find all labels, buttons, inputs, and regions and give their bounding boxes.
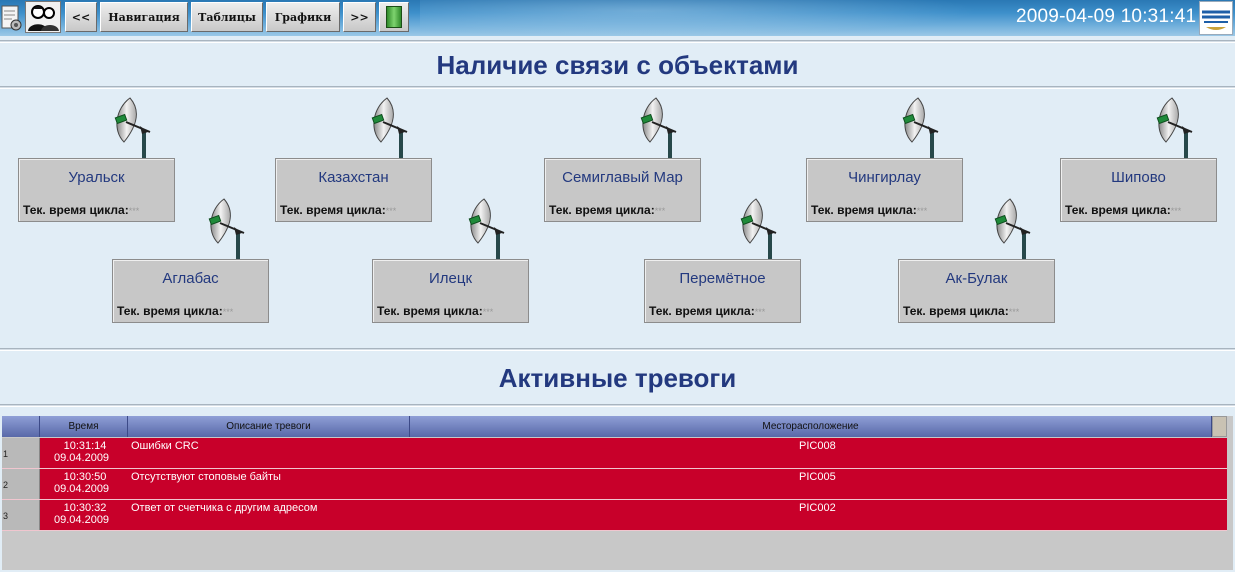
station-box[interactable]: Казахстан Тек. время цикла:*** (275, 158, 432, 222)
current-datetime: 2009-04-09 10:31:41 (1016, 6, 1197, 27)
cycle-time: Тек. время цикла:*** (549, 203, 665, 217)
cycle-time-label: Тек. время цикла: (903, 304, 1009, 318)
row-description: Ответ от счетчика с другим адресом (131, 502, 318, 514)
prev-button[interactable]: << (65, 2, 97, 32)
connectivity-title: Наличие связи с объектами (436, 50, 799, 80)
table-row[interactable]: 3 10:30:32 09.04.2009 Ответ от счетчика с… (2, 500, 1227, 531)
cycle-time-value: *** (222, 307, 234, 317)
row-index: 1 (2, 438, 40, 468)
divider (0, 40, 1235, 43)
cycle-time: Тек. время цикла:*** (1065, 203, 1181, 217)
satellite-dish-icon (730, 193, 790, 261)
cycle-time-value: *** (482, 307, 494, 317)
alarms-table: Время Описание тревоги Месторасположение… (2, 416, 1233, 570)
row-date: 09.04.2009 (54, 483, 110, 495)
cycle-time-value: *** (385, 206, 397, 216)
satellite-dish-icon (630, 92, 690, 160)
cycle-time: Тек. время цикла:*** (649, 304, 765, 318)
document-cog-icon[interactable] (0, 1, 24, 33)
row-timestamp: 10:30:32 09.04.2009 (42, 502, 128, 526)
station-box[interactable]: Шипово Тек. время цикла:*** (1060, 158, 1217, 222)
cycle-time-label: Тек. время цикла: (280, 203, 386, 217)
divider (0, 86, 1235, 89)
green-lamp-icon (386, 6, 402, 28)
satellite-dish-icon (361, 92, 421, 160)
row-time: 10:30:32 (63, 502, 107, 514)
station-name: Ак-Булак (945, 270, 1008, 287)
station-name: Уральск (68, 169, 125, 186)
cycle-time-value: *** (1170, 206, 1182, 216)
satellite-dish-icon (892, 92, 952, 160)
divider (0, 404, 1235, 407)
satellite-dish-icon (1146, 92, 1206, 160)
station-name: Илецк (428, 270, 473, 287)
cycle-time: Тек. время цикла:*** (811, 203, 927, 217)
row-location: PIC005 (799, 471, 836, 483)
divider (0, 348, 1235, 351)
table-row[interactable]: 2 10:30:50 09.04.2009 Отсутствуют стоповы… (2, 469, 1227, 500)
next-button[interactable]: >> (343, 2, 376, 32)
row-time: 10:30:50 (63, 471, 107, 483)
toolbar: << Навигация Таблицы Графики >> 2009-04-… (0, 0, 1235, 36)
cycle-time: Тек. время цикла:*** (903, 304, 1019, 318)
row-description: Ошибки CRC (131, 440, 199, 452)
station-name: Чингирлау (848, 169, 921, 186)
station-box[interactable]: Чингирлау Тек. время цикла:*** (806, 158, 963, 222)
cycle-time-value: *** (754, 307, 766, 317)
cycle-time-label: Тек. время цикла: (377, 304, 483, 318)
cycle-time-label: Тек. время цикла: (549, 203, 655, 217)
row-description: Отсутствуют стоповые байты (131, 471, 281, 483)
users-icon[interactable] (25, 1, 61, 33)
station-box[interactable]: Илецк Тек. время цикла:*** (372, 259, 529, 323)
cycle-time-label: Тек. время цикла: (1065, 203, 1171, 217)
table-row[interactable]: 1 10:31:14 09.04.2009 Ошибки CRC PIC008 (2, 438, 1227, 469)
cycle-time-value: *** (128, 206, 140, 216)
satellite-dish-icon (458, 193, 518, 261)
station-name: Перемётное (679, 270, 766, 287)
cycle-time-value: *** (916, 206, 928, 216)
station-name: Казахстан (318, 169, 389, 186)
row-date: 09.04.2009 (54, 452, 110, 464)
station-box[interactable]: Уральск Тек. время цикла:*** (18, 158, 175, 222)
row-index: 2 (2, 469, 40, 499)
navigation-button[interactable]: Навигация (100, 2, 188, 32)
cycle-time-label: Тек. время цикла: (649, 304, 755, 318)
row-time: 10:31:14 (63, 440, 107, 452)
company-logo-icon (1199, 1, 1233, 35)
row-location: PIC002 (799, 502, 836, 514)
row-location: PIC008 (799, 440, 836, 452)
row-timestamp: 10:30:50 09.04.2009 (42, 471, 128, 495)
cycle-time: Тек. время цикла:*** (23, 203, 139, 217)
cycle-time: Тек. время цикла:*** (280, 203, 396, 217)
station-name: Шипово (1111, 169, 1166, 186)
cycle-time: Тек. время цикла:*** (117, 304, 233, 318)
charts-button[interactable]: Графики (266, 2, 340, 32)
alarms-title: Активные тревоги (498, 363, 737, 393)
satellite-dish-icon (984, 193, 1044, 261)
row-index: 3 (2, 500, 40, 530)
cycle-time-label: Тек. время цикла: (811, 203, 917, 217)
station-box[interactable]: Аглабас Тек. время цикла:*** (112, 259, 269, 323)
cycle-time: Тек. время цикла:*** (377, 304, 493, 318)
station-box[interactable]: Семиглавый Мар Тек. время цикла:*** (544, 158, 701, 222)
satellite-dish-icon (104, 92, 164, 160)
cycle-time-value: *** (654, 206, 666, 216)
column-header-time[interactable]: Время (40, 416, 128, 437)
tables-button[interactable]: Таблицы (191, 2, 263, 32)
table-corner (1212, 416, 1227, 437)
satellite-dish-icon (198, 193, 258, 261)
column-header-description[interactable]: Описание тревоги (128, 416, 410, 437)
station-name: Аглабас (162, 270, 219, 287)
cycle-time-label: Тек. время цикла: (117, 304, 223, 318)
column-header-index[interactable] (2, 416, 40, 437)
station-box[interactable]: Перемётное Тек. время цикла:*** (644, 259, 801, 323)
station-box[interactable]: Ак-Булак Тек. время цикла:*** (898, 259, 1055, 323)
station-name: Семиглавый Мар (562, 169, 683, 186)
column-header-location[interactable]: Месторасположение (410, 416, 1212, 437)
row-date: 09.04.2009 (54, 514, 110, 526)
row-timestamp: 10:31:14 09.04.2009 (42, 440, 128, 464)
cycle-time-value: *** (1008, 307, 1020, 317)
cycle-time-label: Тек. время цикла: (23, 203, 129, 217)
status-indicator-button[interactable] (379, 2, 409, 32)
